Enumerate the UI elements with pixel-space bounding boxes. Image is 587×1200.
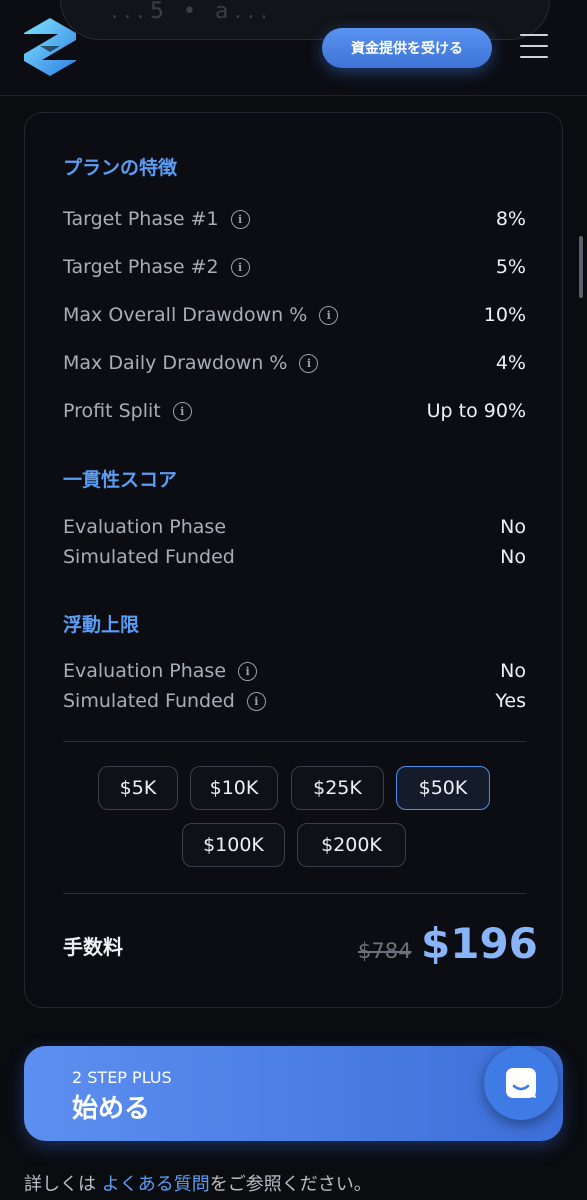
start-plan-button[interactable]: 2 STEP PLUS 始める bbox=[24, 1046, 563, 1141]
info-icon[interactable]: i bbox=[238, 661, 258, 681]
floating-cap-title: 浮動上限 bbox=[63, 614, 140, 636]
size-option-10k[interactable]: $10K bbox=[190, 766, 278, 810]
floating-cap-row-funded: Simulated Funded i Yes bbox=[63, 687, 526, 715]
consistency-value: No bbox=[500, 516, 526, 538]
info-icon[interactable]: i bbox=[172, 401, 192, 421]
feature-label: Profit Split bbox=[63, 400, 161, 422]
feature-label: Target Phase #1 bbox=[63, 208, 219, 230]
feature-value: 8% bbox=[495, 208, 526, 230]
feature-row-max-daily-drawdown: Max Daily Drawdown % i 4% bbox=[63, 349, 526, 377]
chat-support-icon[interactable] bbox=[484, 1046, 558, 1120]
info-icon[interactable]: i bbox=[246, 691, 266, 711]
get-funded-button[interactable]: 資金提供を受ける bbox=[322, 28, 492, 68]
faq-note-suffix: をご参照ください。 bbox=[209, 1174, 372, 1195]
info-icon[interactable]: i bbox=[230, 257, 250, 277]
divider bbox=[63, 741, 526, 742]
size-option-50k-selected[interactable]: $50K bbox=[396, 766, 490, 810]
size-option-5k[interactable]: $5K bbox=[98, 766, 178, 810]
feature-label: Max Daily Drawdown % bbox=[63, 352, 288, 374]
discounted-price: $196 bbox=[421, 919, 538, 968]
consistency-label: Simulated Funded bbox=[63, 546, 235, 568]
original-price: $784 bbox=[358, 939, 412, 963]
plan-name-label: 2 STEP PLUS bbox=[72, 1068, 172, 1087]
floating-cap-row-evaluation: Evaluation Phase i No bbox=[63, 657, 526, 685]
brand-logo-icon[interactable] bbox=[22, 16, 78, 78]
feature-value: 10% bbox=[483, 304, 526, 326]
plan-details-card: プランの特徴 Target Phase #1 i 8% Target Phase … bbox=[24, 112, 563, 1008]
feature-value: 4% bbox=[495, 352, 526, 374]
info-icon[interactable]: i bbox=[299, 353, 319, 373]
consistency-label: Evaluation Phase bbox=[63, 516, 227, 538]
scrollbar-thumb[interactable] bbox=[579, 236, 583, 298]
floating-cap-value: No bbox=[500, 660, 526, 682]
faq-link[interactable]: よくある質問 bbox=[102, 1174, 210, 1195]
feature-value: 5% bbox=[495, 256, 526, 278]
feature-row-max-overall-drawdown: Max Overall Drawdown % i 10% bbox=[63, 301, 526, 329]
feature-label: Max Overall Drawdown % bbox=[63, 304, 308, 326]
consistency-value: No bbox=[500, 546, 526, 568]
info-icon[interactable]: i bbox=[319, 305, 339, 325]
fee-label: 手数料 bbox=[63, 935, 123, 959]
hamburger-menu-icon[interactable] bbox=[520, 34, 550, 62]
faq-note-prefix: 詳しくは bbox=[24, 1174, 102, 1195]
header-ghost-text: ...5 • a... bbox=[111, 0, 274, 24]
info-icon[interactable]: i bbox=[230, 209, 250, 229]
faq-note: 詳しくは よくある質問をご参照ください。 bbox=[24, 1170, 372, 1196]
top-header: ...5 • a... 資金提供を受ける bbox=[0, 0, 587, 96]
feature-value: Up to 90% bbox=[426, 400, 526, 422]
plan-features-title: プランの特徴 bbox=[63, 157, 178, 179]
size-option-25k[interactable]: $25K bbox=[291, 766, 384, 810]
consistency-row-funded: Simulated Funded No bbox=[63, 543, 526, 571]
consistency-score-title: 一貫性スコア bbox=[63, 469, 178, 491]
floating-cap-value: Yes bbox=[495, 690, 526, 712]
floating-cap-label: Simulated Funded bbox=[63, 690, 235, 712]
consistency-row-evaluation: Evaluation Phase No bbox=[63, 513, 526, 541]
size-option-200k[interactable]: $200K bbox=[297, 823, 406, 867]
start-label: 始める bbox=[72, 1094, 151, 1124]
feature-row-target-phase-2: Target Phase #2 i 5% bbox=[63, 253, 526, 281]
feature-row-target-phase-1: Target Phase #1 i 8% bbox=[63, 205, 526, 233]
feature-row-profit-split: Profit Split i Up to 90% bbox=[63, 397, 526, 425]
feature-label: Target Phase #2 bbox=[63, 256, 219, 278]
floating-cap-label: Evaluation Phase bbox=[63, 660, 227, 682]
divider bbox=[63, 893, 526, 894]
size-option-100k[interactable]: $100K bbox=[182, 823, 285, 867]
